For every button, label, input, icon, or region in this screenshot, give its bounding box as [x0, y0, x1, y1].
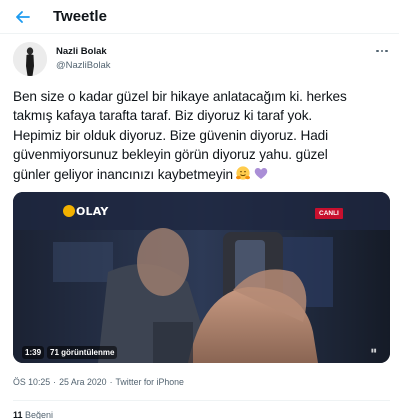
arrow-left-icon	[16, 11, 30, 23]
more-dots-icon	[376, 49, 379, 53]
page-title: Tweetle	[53, 8, 107, 25]
top-bar: Tweetle	[0, 0, 399, 34]
tweet-time[interactable]: ÖS 10:25	[13, 377, 50, 387]
tweet-meta: ÖS 10:25 · 25 Ara 2020 · Twitter for iPhone	[13, 377, 184, 387]
author-handle[interactable]: @NazliBolak	[56, 60, 111, 71]
tweet-line: Hepimiz bir olduk diyoruz. Bize güvenin …	[13, 127, 329, 143]
tweet-text: Ben size o kadar güzel bir hikaye anlata…	[13, 87, 395, 184]
view-count: 71 görüntülenme	[47, 346, 118, 359]
purple-heart-emoji	[254, 167, 268, 179]
likes-count: 11	[13, 410, 23, 419]
video-watermark: ▮▮	[371, 348, 377, 354]
channel-logo: OLAY	[63, 205, 109, 218]
tweet-line: güvenmiyorsunuz bekleyin görün diyoruz y…	[13, 147, 328, 163]
likes-stat[interactable]: 11 Beğeni	[13, 410, 53, 419]
video-player[interactable]: OLAY CANLI 1:39 71 görüntülenme ▮▮	[13, 192, 390, 363]
tweet-line: takmış kafaya taraf​ta taraf. Biz diyoru…	[13, 108, 313, 124]
video-duration: 1:39	[22, 346, 45, 359]
tweet-line: günler geliyor inancınızı kaybetmeyin	[13, 166, 233, 182]
likes-label: Beğeni	[25, 410, 54, 419]
tweet-source[interactable]: Twitter for iPhone	[116, 377, 184, 387]
more-button[interactable]	[372, 44, 392, 58]
avatar[interactable]	[13, 42, 47, 76]
author-name[interactable]: Nazli Bolak	[56, 46, 107, 57]
divider	[13, 400, 390, 401]
live-badge: CANLI	[315, 208, 343, 219]
tweet-line-last: günler geliyor inancınızı kaybetmeyin	[13, 165, 395, 184]
separator: ·	[53, 377, 57, 387]
back-button[interactable]	[12, 6, 34, 28]
avatar-image	[13, 42, 47, 76]
separator: ·	[109, 377, 113, 387]
tweet-date[interactable]: 25 Ara 2020	[59, 377, 106, 387]
tweet-line: Ben size o kadar güzel bir hikaye anlata…	[13, 89, 347, 104]
hugging-face-emoji	[235, 166, 250, 180]
